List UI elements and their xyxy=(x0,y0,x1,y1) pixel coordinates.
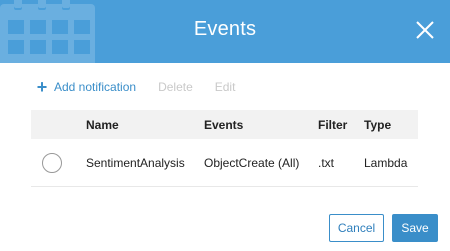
dialog-title: Events xyxy=(193,18,257,40)
cell-type: Lambda xyxy=(364,155,408,170)
column-header-filter: Filter xyxy=(318,117,348,132)
cancel-button[interactable]: Cancel xyxy=(329,214,384,242)
add-notification-label: Add notification xyxy=(54,80,137,94)
add-notification-button[interactable]: + Add notification xyxy=(36,78,136,96)
table-header: Name Events Filter Type xyxy=(31,110,418,139)
plus-icon: + xyxy=(36,77,48,97)
dialog-header: Events xyxy=(0,0,450,63)
notifications-table: Name Events Filter Type SentimentAnalysi… xyxy=(31,110,418,187)
column-header-name: Name xyxy=(86,117,119,132)
cell-filter: .txt xyxy=(318,155,335,170)
save-button[interactable]: Save xyxy=(392,214,438,242)
column-header-events: Events xyxy=(204,117,244,132)
events-dialog: Events + Add notification Delete Edit Na… xyxy=(0,0,450,251)
row-select-radio[interactable] xyxy=(41,152,62,173)
delete-button[interactable]: Delete xyxy=(158,80,193,94)
cell-name: SentimentAnalysis xyxy=(86,155,185,170)
edit-button[interactable]: Edit xyxy=(215,80,236,94)
row-select-cell xyxy=(31,152,86,173)
table-row[interactable]: SentimentAnalysis ObjectCreate (All) .tx… xyxy=(31,139,418,187)
column-header-type: Type xyxy=(364,117,392,132)
toolbar: + Add notification Delete Edit xyxy=(36,78,236,96)
close-icon[interactable] xyxy=(415,20,435,40)
cell-events: ObjectCreate (All) xyxy=(204,155,300,170)
